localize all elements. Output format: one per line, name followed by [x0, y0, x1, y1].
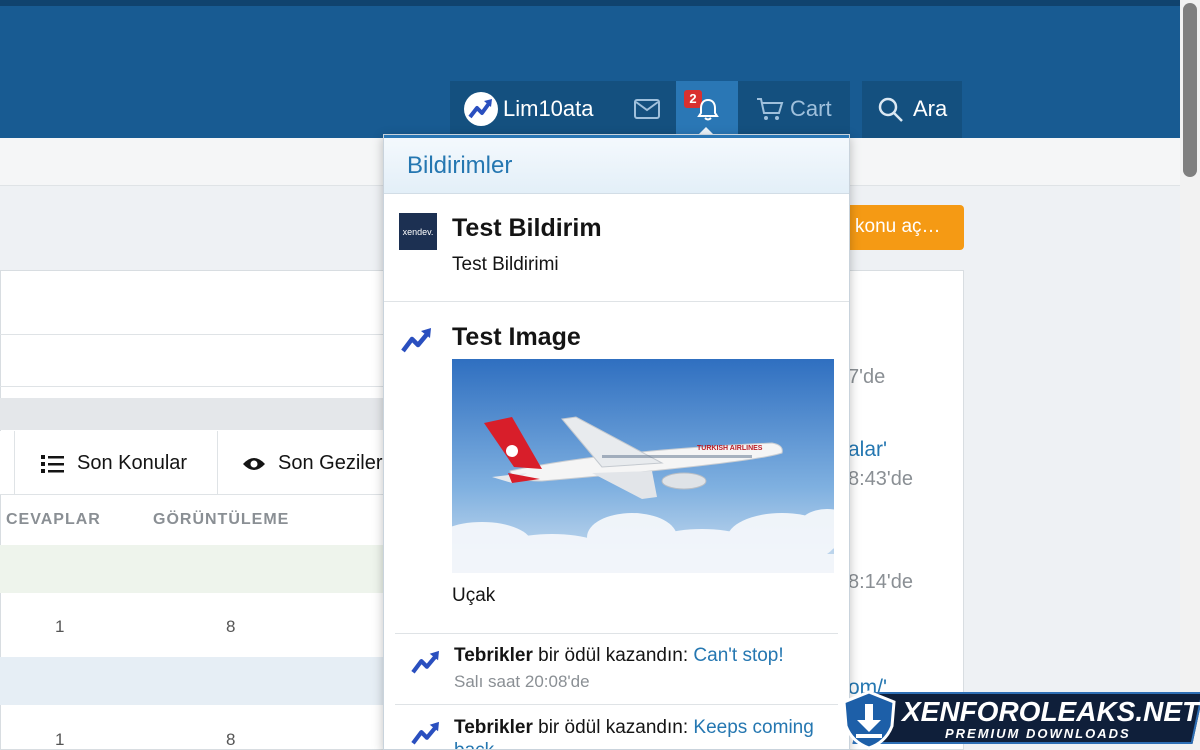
notification-caption: Uçak — [452, 585, 496, 606]
new-thread-button[interactable]: konu aç… — [845, 205, 964, 250]
notifications-popup: Bildirimler xendev. Test Bildirim Test B… — [383, 134, 850, 750]
user-avatar — [464, 92, 498, 126]
divider — [14, 431, 15, 495]
award-link[interactable]: Can't stop! — [693, 645, 783, 666]
row-band — [0, 657, 400, 705]
notification-item[interactable]: xendev. Test Bildirim Test Bildirimi — [384, 194, 849, 302]
nav-cart-button[interactable]: Cart — [738, 81, 850, 138]
cart-label: Cart — [790, 96, 832, 121]
bell-icon — [697, 98, 719, 127]
views-count: 8 — [226, 730, 236, 749]
views-count: 8 — [226, 617, 236, 636]
divider — [0, 386, 400, 387]
download-shield-icon — [840, 690, 898, 750]
xendev-logo: xendev. — [399, 213, 437, 250]
replies-count: 1 — [55, 617, 65, 636]
trend-up-icon — [411, 650, 441, 681]
replies-count: 1 — [55, 730, 65, 749]
notification-title: Test Image — [452, 323, 581, 351]
notification-text: Test Bildirimi — [452, 254, 559, 275]
nav-search-button[interactable]: Ara — [862, 81, 962, 138]
notification-title: Test Bildirim — [452, 214, 602, 242]
list-icon — [41, 454, 64, 473]
tab-label: Son Konular — [77, 452, 188, 474]
award-text: Tebrikler bir ödül kazandın: Keeps comin… — [454, 716, 834, 749]
column-header-views[interactable]: GÖRÜNTÜLEME — [153, 511, 289, 529]
watermark-logo: XENFOROLEAKS.NET PREMIUM DOWNLOADS — [840, 690, 1200, 750]
last-post-time: 8:43'de — [848, 468, 913, 490]
tab-recent-threads[interactable]: Son Konular — [41, 452, 187, 475]
tab-recent-visits[interactable]: Son Geziler — [242, 452, 383, 475]
award-text: Tebrikler bir ödül kazandın: Can't stop! — [454, 645, 784, 666]
nav-user-menu[interactable]: Lim10ata — [450, 81, 676, 138]
trend-up-icon — [401, 327, 433, 360]
cart-icon — [756, 97, 784, 126]
row-band — [0, 545, 400, 593]
divider — [0, 334, 400, 335]
airline-text: TURKISH AIRLINES — [697, 445, 763, 452]
section-band — [0, 398, 400, 430]
tab-label: Son Geziler — [278, 452, 383, 474]
last-post-link[interactable]: alar' — [848, 438, 887, 462]
scrollbar-thumb[interactable] — [1183, 3, 1197, 177]
popup-title[interactable]: Bildirimler — [407, 152, 512, 180]
award-time: Salı saat 20:08'de — [454, 672, 590, 691]
trend-up-icon — [411, 721, 441, 749]
watermark-subtitle: PREMIUM DOWNLOADS — [945, 726, 1131, 741]
last-post-time: 7'de — [848, 366, 886, 388]
search-icon — [878, 97, 904, 128]
search-label: Ara — [913, 96, 948, 121]
watermark-title: XENFOROLEAKS.NET — [902, 696, 1200, 727]
mail-icon[interactable] — [634, 99, 660, 124]
airplane-image: TURKISH AIRLINES — [452, 359, 834, 573]
award-notification[interactable]: Tebrikler bir ödül kazandın: Keeps comin… — [395, 704, 838, 749]
eye-icon — [243, 457, 265, 470]
divider — [217, 431, 218, 495]
last-post-time: 8:14'de — [848, 571, 913, 593]
notification-item[interactable]: Test Image TURKISH AIRLINES Uçak — [384, 303, 849, 633]
user-name: Lim10ata — [503, 96, 594, 121]
column-header-replies[interactable]: CEVAPLAR — [6, 511, 101, 529]
award-notification[interactable]: Tebrikler bir ödül kazandın: Can't stop!… — [395, 633, 838, 703]
trend-up-icon — [468, 99, 492, 119]
popup-header: Bildirimler — [384, 135, 849, 194]
